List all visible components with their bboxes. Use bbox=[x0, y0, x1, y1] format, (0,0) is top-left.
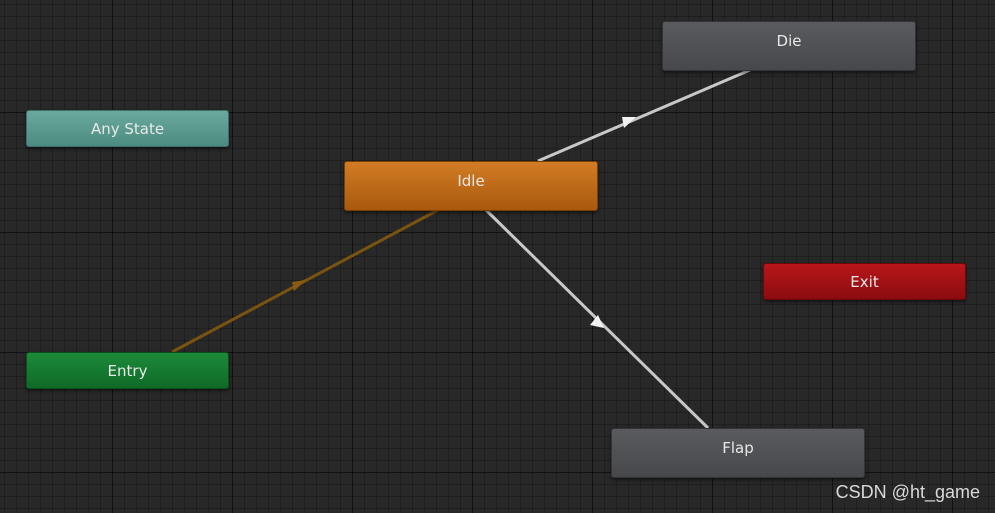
animator-graph-canvas[interactable]: Any State Entry Exit Idle Die Flap CSDN … bbox=[0, 0, 995, 513]
state-label: Flap bbox=[722, 439, 754, 457]
state-label: Exit bbox=[850, 273, 879, 291]
state-node-entry[interactable]: Entry bbox=[26, 352, 229, 389]
state-node-die[interactable]: Die bbox=[662, 21, 916, 71]
state-node-exit[interactable]: Exit bbox=[763, 263, 966, 300]
state-label: Die bbox=[776, 32, 802, 50]
state-node-any-state[interactable]: Any State bbox=[26, 110, 229, 147]
transition-idle-to-die[interactable] bbox=[537, 68, 751, 163]
transition-arrow-entry-to-idle-head bbox=[292, 280, 306, 291]
watermark: CSDN @ht_game bbox=[835, 482, 980, 502]
state-label: Entry bbox=[107, 362, 148, 380]
transition-arrow-idle-to-die bbox=[622, 117, 636, 128]
state-node-idle[interactable]: Idle bbox=[344, 161, 598, 211]
transition-entry-to-idle[interactable] bbox=[171, 208, 439, 354]
transition-arrow-idle-to-flap bbox=[590, 315, 604, 328]
state-label: Any State bbox=[90, 120, 165, 138]
state-label: Idle bbox=[457, 172, 485, 190]
state-node-flap[interactable]: Flap bbox=[611, 428, 865, 478]
